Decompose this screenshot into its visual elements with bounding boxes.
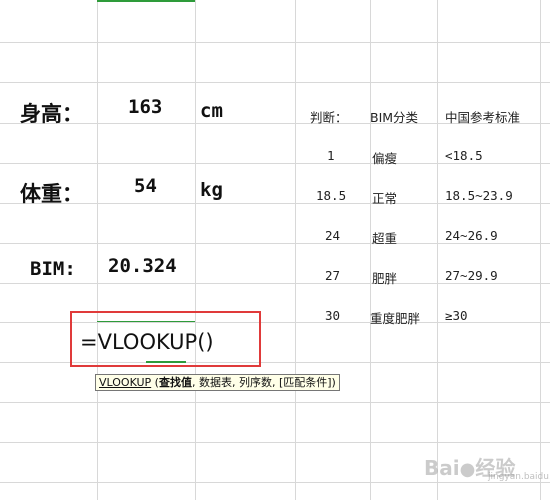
table-cell-threshold[interactable]: 27 bbox=[325, 268, 340, 283]
table-cell-category[interactable]: 正常 bbox=[372, 188, 397, 207]
column-gridline bbox=[540, 0, 541, 500]
table-cell-category[interactable]: 超重 bbox=[372, 228, 397, 247]
table-cell-range[interactable]: ≥30 bbox=[445, 308, 468, 323]
table-header-standard: 中国参考标准 bbox=[445, 110, 521, 125]
table-cell-threshold[interactable]: 24 bbox=[325, 228, 340, 243]
table-header-category: BIM分类 bbox=[370, 110, 419, 125]
table-cell-range[interactable]: 18.5~23.9 bbox=[445, 188, 513, 203]
row-gridline bbox=[0, 402, 550, 403]
tooltip-function-name-link[interactable]: VLOOKUP bbox=[99, 376, 151, 389]
table-cell-category[interactable]: 偏瘦 bbox=[372, 148, 397, 167]
column-gridline bbox=[437, 0, 438, 500]
table-cell-range[interactable]: 27~29.9 bbox=[445, 268, 498, 283]
bim-value-cell[interactable]: 20.324 bbox=[108, 255, 177, 277]
active-column-indicator bbox=[97, 0, 195, 2]
table-cell-threshold[interactable]: 1 bbox=[327, 148, 335, 163]
row-gridline bbox=[0, 283, 550, 284]
row-gridline bbox=[0, 482, 550, 483]
table-cell-category[interactable]: 肥胖 bbox=[372, 268, 397, 287]
table-cell-threshold[interactable]: 18.5 bbox=[316, 188, 346, 203]
active-cell-border bbox=[97, 321, 195, 322]
height-label: 身高： bbox=[20, 102, 83, 126]
formula-edit-cell[interactable]: =VLOOKUP() bbox=[80, 330, 214, 354]
paw-icon: ● bbox=[459, 459, 476, 480]
column-gridline bbox=[370, 0, 371, 500]
tooltip-open-paren: ( bbox=[151, 376, 159, 389]
bim-label: BIM: bbox=[30, 258, 76, 280]
weight-value-cell[interactable]: 54 bbox=[134, 175, 157, 197]
tooltip-current-argument: 查找值 bbox=[158, 376, 192, 389]
table-cell-range[interactable]: <18.5 bbox=[445, 148, 483, 163]
row-gridline bbox=[0, 442, 550, 443]
row-gridline bbox=[0, 82, 550, 83]
table-header-judge: 判断： bbox=[310, 110, 348, 125]
row-gridline bbox=[0, 42, 550, 43]
function-arguments-tooltip: VLOOKUP (查找值, 数据表, 列序数, [匹配条件]) bbox=[95, 374, 340, 391]
column-gridline bbox=[295, 0, 296, 500]
spreadsheet-grid bbox=[0, 0, 550, 500]
watermark-url: jingyan.baidu.com bbox=[488, 472, 550, 482]
watermark-brand: Bai bbox=[424, 456, 460, 480]
row-gridline bbox=[0, 163, 550, 164]
weight-label: 体重： bbox=[20, 182, 83, 206]
height-value-cell[interactable]: 163 bbox=[128, 96, 162, 118]
row-gridline bbox=[0, 243, 550, 244]
table-cell-range[interactable]: 24~26.9 bbox=[445, 228, 498, 243]
height-unit: cm bbox=[200, 100, 223, 122]
weight-unit: kg bbox=[200, 179, 223, 201]
active-cell-fill-handle[interactable] bbox=[146, 361, 186, 363]
tooltip-remaining-arguments: , 数据表, 列序数, [匹配条件]) bbox=[191, 376, 336, 389]
column-gridline bbox=[97, 0, 98, 500]
column-gridline bbox=[195, 0, 196, 500]
table-cell-category[interactable]: 重度肥胖 bbox=[370, 308, 420, 327]
table-cell-threshold[interactable]: 30 bbox=[325, 308, 340, 323]
